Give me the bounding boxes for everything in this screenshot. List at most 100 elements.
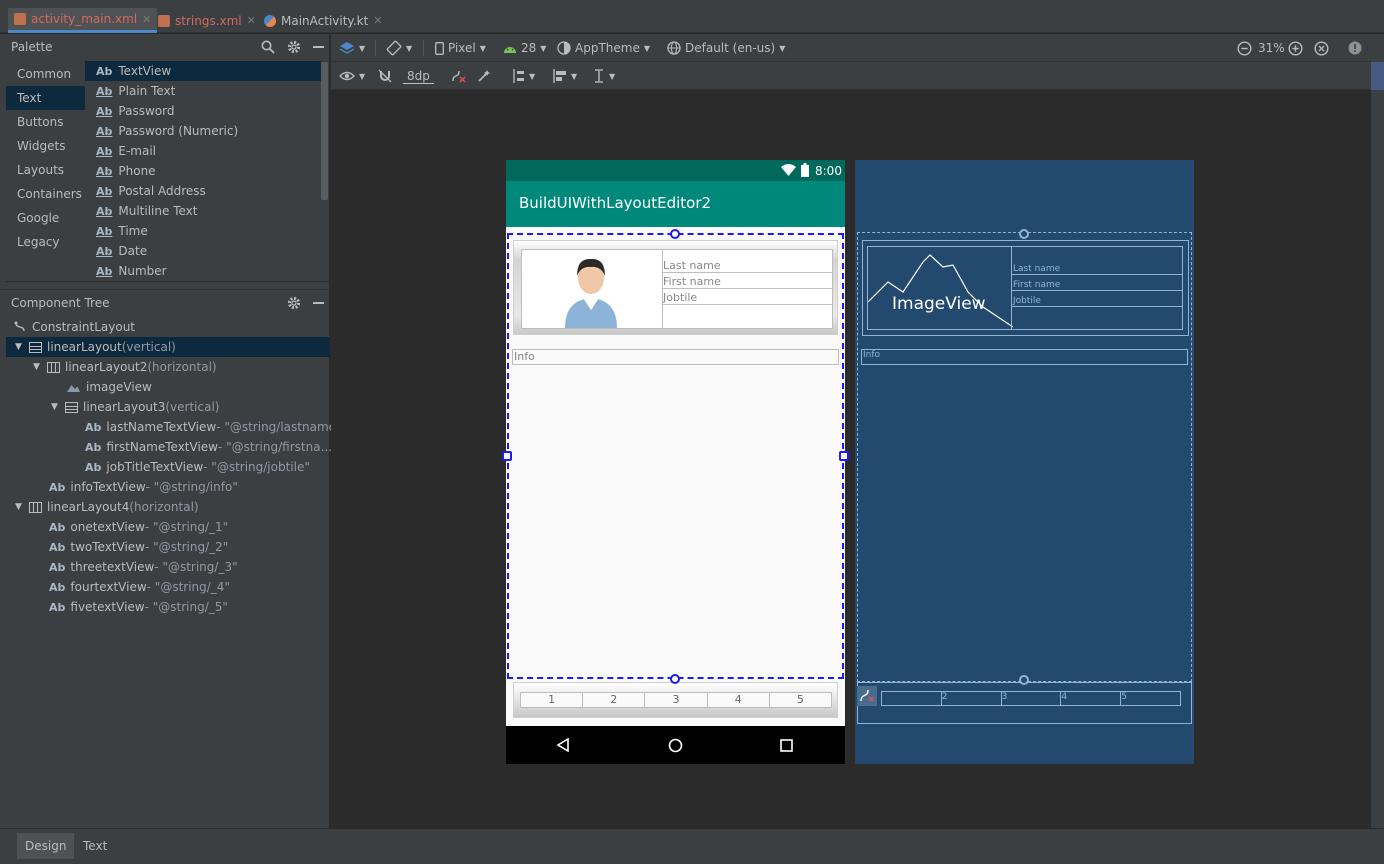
tab-activity-main[interactable]: activity_main.xml ✕	[8, 8, 158, 33]
blueprint-preview[interactable]: ImageView Last name First name Jobtile I…	[855, 160, 1194, 764]
bp-number-four[interactable]: 4	[1061, 692, 1122, 705]
palette-category-legacy[interactable]: Legacy	[6, 230, 85, 254]
margin-button[interactable]: ▼	[593, 62, 615, 90]
palette-category-text[interactable]: Text	[6, 86, 85, 110]
recents-icon[interactable]	[780, 739, 793, 752]
number-one[interactable]: 1	[521, 693, 584, 707]
gear-icon[interactable]	[287, 296, 301, 310]
number-five[interactable]: 5	[770, 693, 831, 707]
number-four[interactable]: 4	[708, 693, 770, 707]
tree-row-jobtitle[interactable]: Ab jobTitleTextView - "@string/jobtile"	[6, 457, 330, 477]
view-options-button[interactable]: ▼	[339, 62, 365, 90]
minimize-icon[interactable]	[313, 302, 324, 304]
palette-item[interactable]: Ab Phone	[85, 161, 321, 181]
device-preview[interactable]: 8:00 BuildUIWithLayoutEditor2 Last name …	[502, 160, 849, 764]
clear-constraints-button[interactable]	[451, 62, 466, 90]
bp-bottom-handle[interactable]	[1019, 675, 1029, 685]
tree-row-four[interactable]: Ab fourtextView - "@string/_4"	[6, 577, 330, 597]
palette-category-google[interactable]: Google	[6, 206, 85, 230]
palette-item[interactable]: Ab Date	[85, 241, 321, 261]
zoom-out-button[interactable]	[1237, 34, 1252, 62]
tree-row-three[interactable]: Ab threetextView - "@string/_3"	[6, 557, 330, 577]
tree-row-info[interactable]: Ab infoTextView - "@string/info"	[6, 477, 330, 497]
expand-arrow-icon[interactable]: ▼	[15, 342, 25, 352]
palette-item[interactable]: Ab Password (Numeric)	[85, 121, 321, 141]
palette-category-widgets[interactable]: Widgets	[6, 134, 85, 158]
palette-item[interactable]: Ab E-mail	[85, 141, 321, 161]
palette-item[interactable]: Ab Postal Address	[85, 181, 321, 201]
palette-item[interactable]: Ab Time	[85, 221, 321, 241]
tree-row-linearlayout3[interactable]: ▼ linearLayout3 (vertical)	[6, 397, 330, 417]
palette-item[interactable]: Ab TextView	[85, 61, 321, 81]
layers-icon	[339, 42, 355, 54]
panel-divider[interactable]	[6, 281, 330, 289]
close-icon[interactable]: ✕	[142, 13, 151, 26]
palette-item[interactable]: Ab Password	[85, 101, 321, 121]
palette-category-containers[interactable]: Containers	[6, 182, 85, 206]
tab-strings[interactable]: strings.xml ✕	[152, 8, 262, 33]
search-icon[interactable]	[261, 40, 275, 54]
clear-constraint-badge[interactable]	[857, 686, 877, 706]
tree-row-linearlayout2[interactable]: ▼ linearLayout2 (horizontal)	[6, 357, 330, 377]
palette-item[interactable]: Ab Plain Text	[85, 81, 321, 101]
default-margin-button[interactable]: 8dp	[403, 62, 434, 90]
gear-icon[interactable]	[287, 40, 301, 54]
close-icon[interactable]: ✕	[373, 14, 382, 27]
back-icon[interactable]	[556, 738, 570, 752]
tab-text[interactable]: Text	[75, 833, 115, 859]
tree-row-linearlayout4[interactable]: ▼ linearLayout4 (horizontal)	[6, 497, 330, 517]
orientation-button[interactable]: ▼	[386, 34, 412, 62]
palette-category-common[interactable]: Common	[6, 62, 85, 86]
bp-lastname-text[interactable]: Last name	[1012, 264, 1182, 275]
numbers-row[interactable]: 1 2 3 4 5	[513, 682, 838, 718]
palette-item[interactable]: Ab Multiline Text	[85, 201, 321, 221]
warnings-button[interactable]	[1348, 34, 1362, 62]
bp-number-three[interactable]: 3	[1002, 692, 1062, 705]
tree-row-firstname[interactable]: Ab firstNameTextView - "@string/firstna..…	[6, 437, 332, 457]
tree-row-five[interactable]: Ab fivetextView - "@string/_5"	[6, 597, 330, 617]
tree-row-constraintlayout[interactable]: ConstraintLayout	[6, 317, 330, 337]
guidelines-button[interactable]: ▼	[511, 62, 535, 90]
top-handle[interactable]	[670, 229, 680, 239]
align-button[interactable]: ▼	[553, 62, 577, 90]
expand-arrow-icon[interactable]: ▼	[33, 362, 43, 372]
tab-design[interactable]: Design	[17, 833, 75, 859]
palette-category-buttons[interactable]: Buttons	[6, 110, 85, 134]
bp-top-handle[interactable]	[1019, 229, 1029, 239]
number-three[interactable]: 3	[645, 693, 708, 707]
zoom-in-button[interactable]	[1288, 34, 1303, 62]
palette-category-layouts[interactable]: Layouts	[6, 158, 85, 182]
home-icon[interactable]	[668, 738, 683, 753]
tree-row-lastname[interactable]: Ab lastNameTextView - "@string/lastname"	[6, 417, 342, 437]
device-selector[interactable]: Pixel ▼	[435, 34, 486, 62]
close-icon[interactable]: ✕	[247, 14, 256, 27]
design-surface-button[interactable]: ▼	[339, 34, 365, 62]
autoconnect-button[interactable]	[378, 62, 392, 90]
bp-number-two[interactable]: 2	[942, 692, 1002, 705]
tree-row-two[interactable]: Ab twoTextView - "@string/_2"	[6, 537, 330, 557]
infer-constraints-button[interactable]	[477, 62, 491, 90]
tree-row-one[interactable]: Ab onetextView - "@string/_1"	[6, 517, 330, 537]
zoom-fit-button[interactable]	[1314, 34, 1329, 62]
left-handle[interactable]	[502, 451, 512, 461]
bp-number-five[interactable]: 5	[1121, 692, 1180, 705]
bottom-handle[interactable]	[670, 674, 680, 684]
bp-jobtitle-text[interactable]: Jobtile	[1012, 296, 1182, 307]
api-selector[interactable]: 28 ▼	[503, 34, 546, 62]
theme-selector[interactable]: AppTheme ▼	[557, 34, 650, 62]
minimize-icon[interactable]	[313, 46, 324, 48]
tree-row-linearlayout[interactable]: ▼ linearLayout (vertical)	[6, 337, 330, 357]
right-handle[interactable]	[839, 451, 849, 461]
expand-arrow-icon[interactable]: ▼	[15, 502, 25, 512]
palette-item[interactable]: Ab Number	[85, 261, 321, 281]
locale-selector[interactable]: Default (en-us) ▼	[667, 34, 785, 62]
tab-mainactivity[interactable]: MainActivity.kt ✕	[258, 8, 389, 33]
bp-firstname-text[interactable]: First name	[1012, 280, 1182, 291]
blueprint-imageview[interactable]: ImageView	[867, 246, 1013, 330]
number-two[interactable]: 2	[583, 693, 646, 707]
design-canvas[interactable]	[331, 34, 1371, 828]
palette-scrollbar[interactable]	[321, 62, 328, 200]
expand-arrow-icon[interactable]: ▼	[51, 402, 61, 412]
tree-row-imageview[interactable]: imageView	[6, 377, 330, 397]
bp-info-text[interactable]: Info	[861, 349, 1188, 365]
